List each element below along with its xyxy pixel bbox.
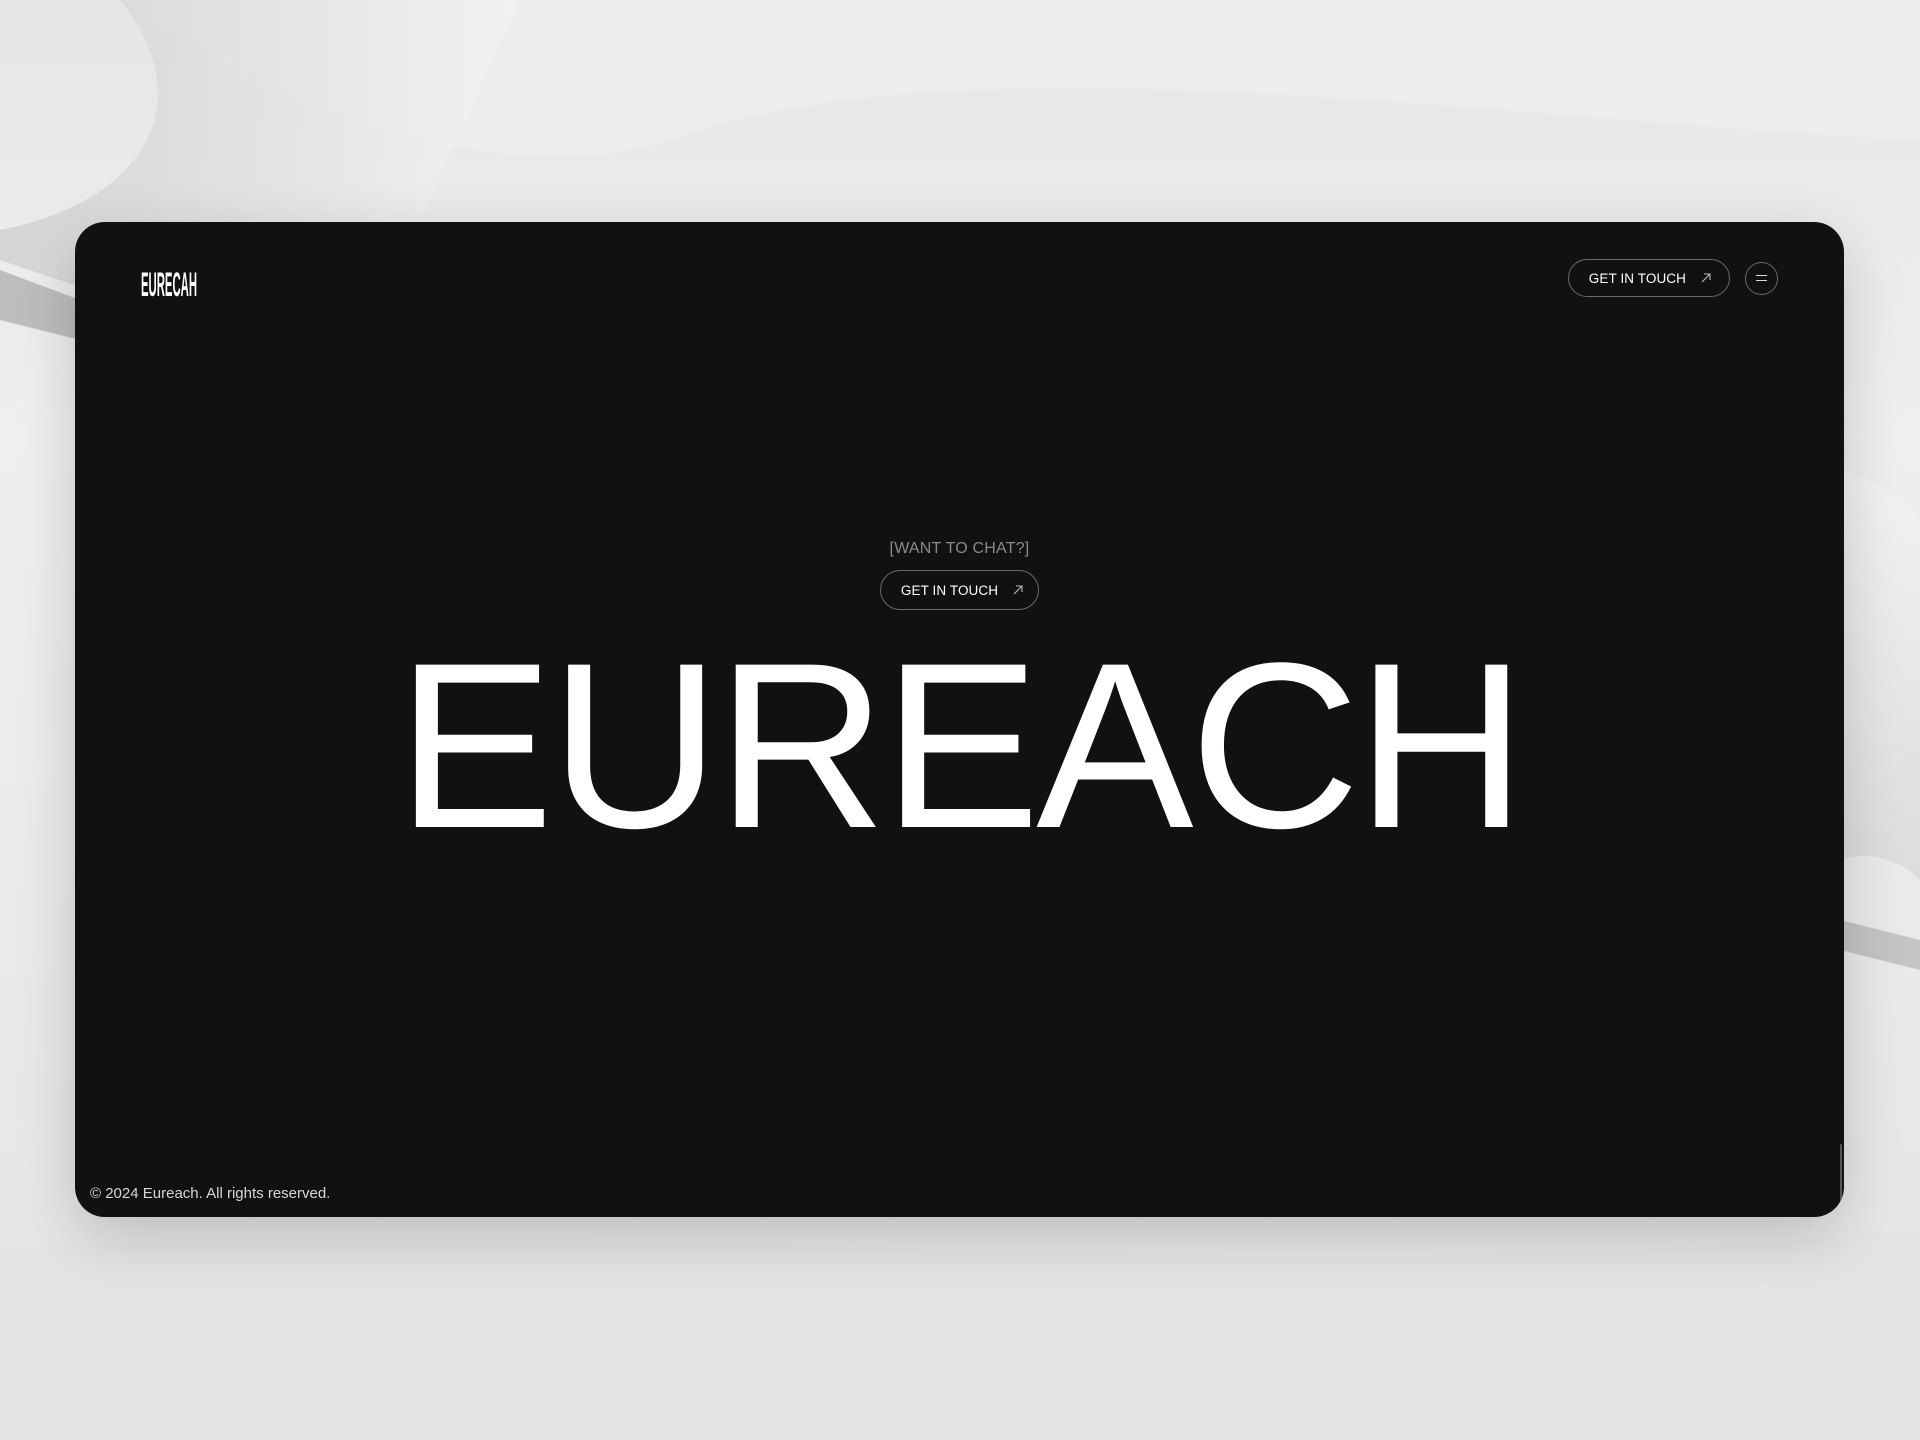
hero-headline: EUREACH [396,614,1527,878]
hero-get-in-touch-label: GET IN TOUCH [900,582,999,598]
header-get-in-touch-button[interactable]: GET IN TOUCH [1567,259,1730,297]
logo[interactable]: EURECAH [141,263,211,303]
hero-eyebrow: [WANT TO CHAT?] [889,540,1030,557]
scrollbar-thumb[interactable] [1840,1144,1842,1202]
menu-button[interactable] [1745,261,1778,295]
hero-cta: [WANT TO CHAT?] GET IN TOUCH [75,540,1844,610]
arrow-up-right-icon [1013,585,1023,595]
footer-copyright: © 2024 Eureach. All rights reserved. [90,1185,331,1202]
hero-get-in-touch-button[interactable]: GET IN TOUCH [879,570,1040,610]
browser-window: EURECAH GET IN TOUCH [WANT TO CHAT?] GET… [75,222,1844,1217]
header-get-in-touch-label: GET IN TOUCH [1588,270,1686,286]
logo-text: EURECAH [141,266,197,303]
arrow-up-right-icon [1701,273,1711,283]
menu-icon [1756,275,1767,281]
header-actions: GET IN TOUCH [1567,259,1778,297]
